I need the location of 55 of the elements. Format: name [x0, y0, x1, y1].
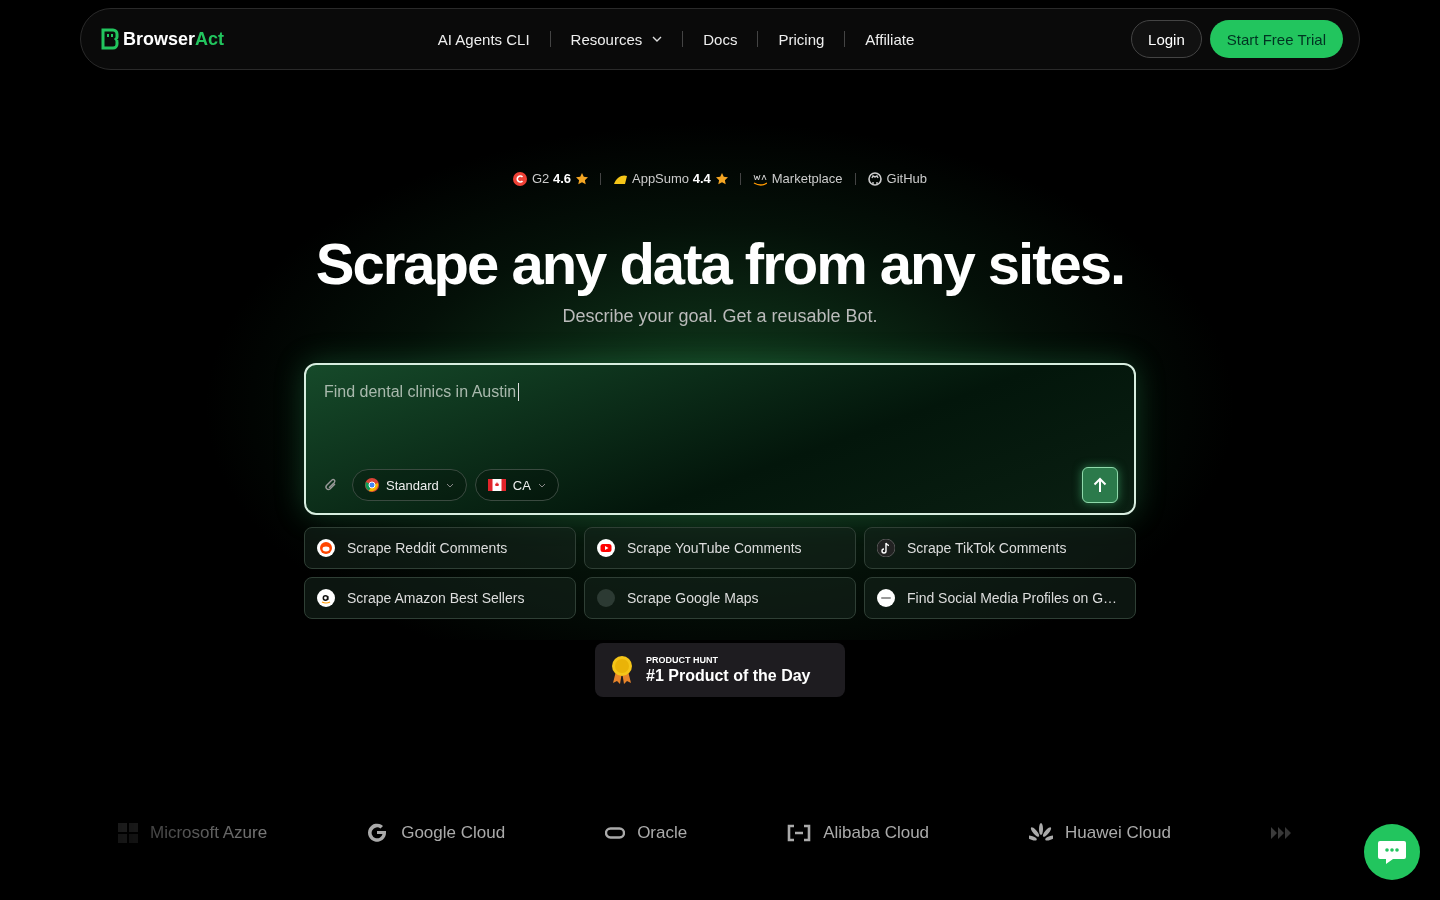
badge-label: PRODUCT HUNT: [646, 655, 719, 665]
rating-text: Marketplace: [771, 171, 843, 186]
medal-icon: [610, 655, 634, 685]
partner-name: Alibaba Cloud: [823, 823, 930, 843]
start-trial-button[interactable]: Start Free Trial: [1209, 20, 1343, 58]
partner-name: Google Cloud: [401, 823, 506, 843]
circle-icon: [597, 589, 615, 607]
play-icon: [597, 539, 615, 557]
prompt-text: Find dental clinics in Austin: [324, 383, 517, 401]
chevron-down-icon: [445, 482, 454, 488]
rating-text: GitHub: [886, 171, 928, 186]
hero-subtitle: Describe your goal. Get a reusable Bot.: [562, 306, 878, 327]
chat-button[interactable]: [1364, 824, 1420, 880]
brand-name[interactable]: BrowserAct: [123, 28, 225, 50]
bracket-icon: [787, 824, 812, 842]
login-button[interactable]: Login: [1131, 20, 1202, 58]
g2-icon: [512, 171, 527, 186]
suggestion-button[interactable]: Scrape Amazon Best Sellers: [304, 577, 576, 619]
suggestion-button[interactable]: Scrape Reddit Comments: [304, 527, 576, 569]
music-note-icon: [877, 539, 895, 557]
chrome-icon: [365, 478, 379, 492]
chevrons-icon: [1270, 825, 1291, 841]
badge-title: #1 Product of the Day: [646, 667, 811, 685]
flag-icon: [487, 479, 506, 491]
grid-icon: [118, 823, 138, 843]
nav-link[interactable]: Pricing: [758, 30, 845, 48]
partner-name: Oracle: [637, 823, 688, 843]
nav-link[interactable]: Docs: [683, 30, 758, 48]
suggestion-button[interactable]: Scrape YouTube Comments: [584, 527, 856, 569]
pill-icon: [605, 827, 626, 839]
logo-icon: [101, 28, 119, 50]
partner-name: Huawei Cloud: [1065, 823, 1171, 843]
text-caret: [518, 383, 520, 401]
hero-title: Scrape any data from any sites.: [315, 230, 1125, 298]
google-icon: [877, 589, 895, 607]
reddit-icon: [317, 539, 335, 557]
prompt-box[interactable]: Find dental clinics in Austin Standard CA: [304, 363, 1136, 515]
rating-text: G2 4.6: [531, 171, 571, 186]
chat-icon: [1377, 839, 1407, 865]
rating-text: AppSumo 4.4: [632, 171, 711, 186]
selector-button[interactable]: Standard: [352, 469, 467, 501]
partner-name: Microsoft Azure: [150, 823, 268, 843]
selector-button[interactable]: CA: [474, 469, 559, 501]
nav-link[interactable]: AI Agents CLI: [417, 30, 550, 48]
petal-icon: [1029, 823, 1054, 843]
send-button[interactable]: [1082, 467, 1118, 503]
arrow-up-icon: [1093, 477, 1107, 493]
suggestion-button[interactable]: Scrape TikTok Comments: [864, 527, 1136, 569]
suggestion-button[interactable]: Find Social Media Profiles on G…: [864, 577, 1136, 619]
nav-link[interactable]: Resources: [550, 30, 683, 48]
chevron-down-icon: [537, 482, 546, 488]
paperclip-icon: [324, 477, 338, 493]
product-hunt-badge[interactable]: PRODUCT HUNT #1 Product of the Day: [595, 643, 845, 697]
suggestion-button[interactable]: Scrape Google Maps: [584, 577, 856, 619]
nav-link[interactable]: Affiliate: [845, 30, 935, 48]
